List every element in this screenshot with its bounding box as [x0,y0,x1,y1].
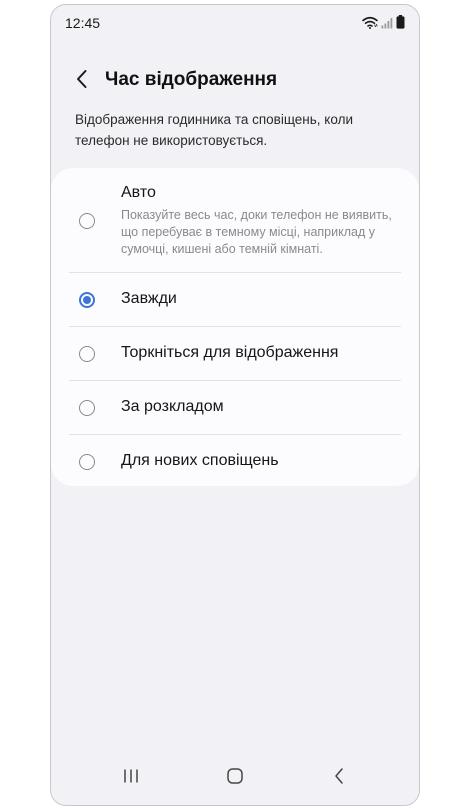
home-icon [226,767,244,790]
radio-auto[interactable] [79,213,95,229]
battery-icon [396,15,405,34]
phone-screen: 12:45 Час відображення Відображення годи… [50,4,420,806]
back-icon [333,767,345,790]
status-bar: 12:45 [51,5,419,39]
status-time: 12:45 [65,15,101,31]
option-as-scheduled[interactable]: За розкладом [69,381,401,434]
option-auto[interactable]: Авто Показуйте весь час, доки телефон не… [69,180,401,272]
header: Час відображення [51,63,419,99]
option-label: Для нових сповіщень [121,452,279,469]
recents-button[interactable] [111,765,151,791]
recents-icon [122,768,140,789]
radio-always[interactable] [79,292,95,308]
wifi-icon [362,16,378,34]
option-tap-to-show[interactable]: Торкніться для відображення [69,327,401,380]
radio-tap-to-show[interactable] [79,346,95,362]
navigation-bar [51,751,419,805]
option-new-notifications[interactable]: Для нових сповіщень [69,435,401,488]
page-description: Відображення годинника та сповіщень, кол… [75,112,353,148]
option-label: Авто [121,184,156,201]
option-label: Завжди [121,290,177,307]
options-card: Авто Показуйте весь час, доки телефон не… [51,168,419,486]
radio-new-notifications[interactable] [79,454,95,470]
signal-icon [381,16,393,34]
option-label: За розкладом [121,398,224,415]
page-title: Час відображення [105,69,278,90]
status-icons [362,15,405,34]
option-label: Торкніться для відображення [121,344,339,361]
back-button[interactable] [69,67,95,95]
chevron-left-icon [75,69,89,94]
nav-back-button[interactable] [319,765,359,791]
home-button[interactable] [215,765,255,791]
option-always[interactable]: Завжди [69,273,401,326]
radio-as-scheduled[interactable] [79,400,95,416]
option-sublabel: Показуйте весь час, доки телефон не вияв… [121,208,392,256]
